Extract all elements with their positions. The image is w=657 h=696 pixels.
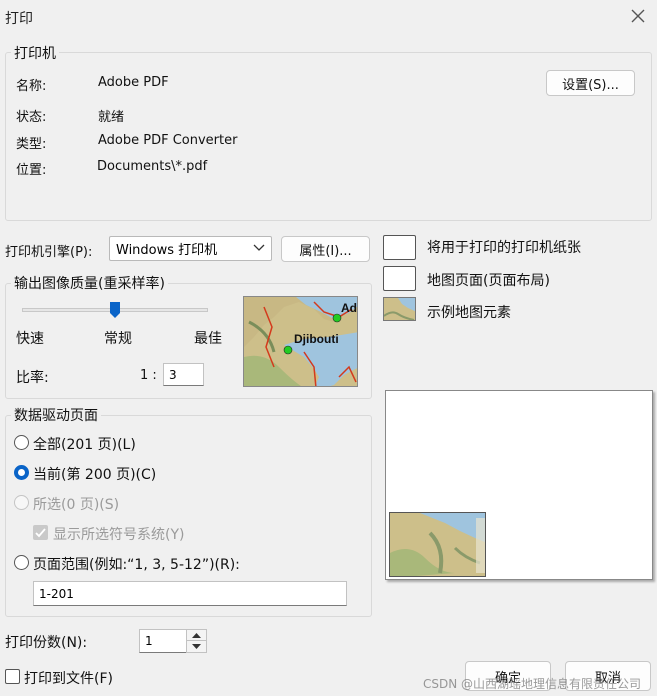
ddp-range-label[interactable]: 页面范围(例如:“1, 3, 5-12”)(R): [33, 554, 240, 574]
copies-input[interactable]: 1 [139, 629, 187, 653]
printer-name-label: 名称: [16, 79, 47, 94]
page-preview-map [389, 512, 486, 577]
quality-tick-fast: 快速 [16, 331, 44, 347]
spin-up-icon[interactable] [187, 630, 206, 641]
print-to-file-checkbox[interactable] [5, 669, 20, 684]
window-title: 打印 [5, 11, 33, 27]
spin-down-icon[interactable] [187, 641, 206, 652]
ratio-prefix: 1 : [140, 368, 157, 383]
printer-status-value: 就绪 [98, 110, 125, 125]
show-symbology-checkbox [33, 525, 48, 540]
printer-location-label: 位置: [16, 163, 47, 178]
map-page-swatch [383, 266, 416, 291]
close-icon[interactable] [628, 6, 648, 26]
ddp-group-legend: 数据驱动页面 [11, 405, 101, 425]
ddp-all-radio[interactable] [14, 435, 29, 450]
map-label-partial: Ad [341, 301, 357, 315]
ddp-selected-radio [14, 495, 29, 510]
engine-select[interactable]: Windows 打印机 [109, 236, 272, 261]
ddp-selected-label: 所选(0 页)(S) [33, 497, 120, 513]
ddp-current-radio[interactable] [14, 465, 29, 480]
quality-slider-thumb[interactable] [110, 302, 120, 318]
ratio-input[interactable]: 3 [163, 363, 204, 386]
quality-preview-map: Djibouti Ad [243, 296, 358, 387]
print-to-file-label[interactable]: 打印到文件(F) [24, 668, 113, 688]
map-element-legend: 示例地图元素 [427, 305, 511, 321]
ratio-label: 比率: [16, 370, 49, 386]
printer-paper-legend: 将用于打印的打印机纸张 [427, 240, 581, 256]
page-range-input[interactable]: 1-201 [33, 581, 347, 606]
ddp-current-label[interactable]: 当前(第 200 页)(C) [33, 464, 156, 484]
map-label-djibouti: Djibouti [294, 332, 339, 346]
chevron-down-icon [253, 241, 265, 256]
printer-status-label: 状态: [16, 110, 47, 125]
quality-group-legend: 输出图像质量(重采样率) [11, 273, 168, 293]
printer-type-value: Adobe PDF Converter [98, 133, 238, 148]
show-symbology-label: 显示所选符号系统(Y) [53, 527, 185, 543]
map-page-legend: 地图页面(页面布局) [427, 273, 550, 289]
printer-name-value: Adobe PDF [98, 75, 169, 90]
watermark: CSDN @山西湖瑶地理信息有限责任公司 [423, 677, 642, 691]
printer-group-legend: 打印机 [11, 43, 59, 63]
ddp-all-label[interactable]: 全部(201 页)(L) [33, 434, 136, 454]
properties-button[interactable]: 属性(I)... [281, 236, 370, 262]
copies-spinner[interactable] [186, 629, 207, 653]
printer-type-label: 类型: [16, 137, 47, 152]
setup-button[interactable]: 设置(S)... [546, 70, 635, 96]
ddp-range-radio[interactable] [14, 555, 29, 570]
printer-paper-swatch [383, 235, 416, 260]
engine-select-value: Windows 打印机 [116, 243, 218, 258]
engine-label: 打印机引擎(P): [5, 245, 93, 260]
map-element-swatch-icon [383, 297, 416, 321]
page-preview [385, 390, 653, 580]
copies-label: 打印份数(N): [5, 635, 88, 651]
quality-tick-normal: 常规 [104, 331, 132, 347]
printer-location-value: Documents\*.pdf [97, 159, 208, 174]
quality-tick-best: 最佳 [194, 331, 222, 347]
